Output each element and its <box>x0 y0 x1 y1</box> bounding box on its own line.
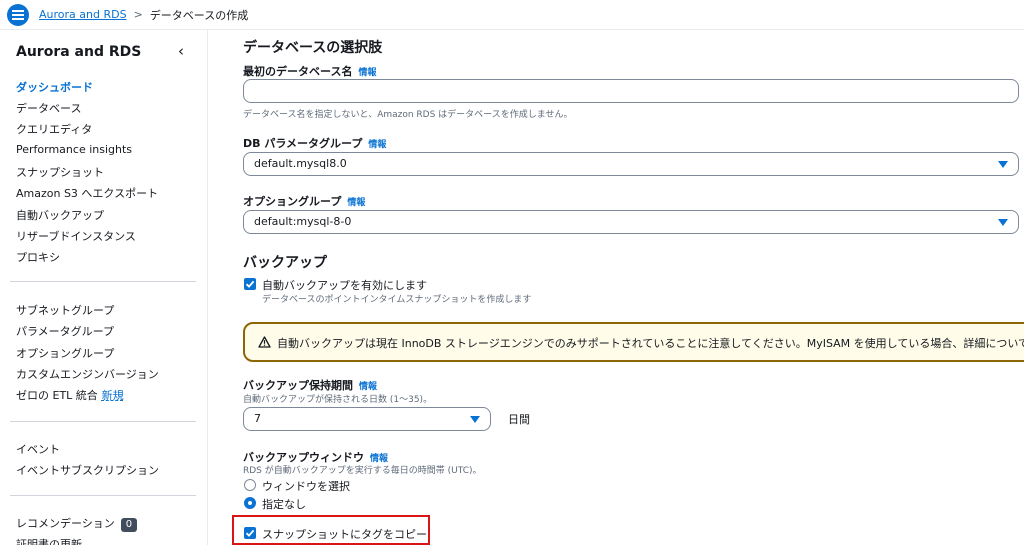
sidebar-divider <box>10 421 196 422</box>
sidebar-item-label: ゼロの ETL 統合 <box>16 389 98 402</box>
sidebar-item-s3-export[interactable]: Amazon S3 へエクスポート <box>16 185 158 201</box>
param-group-label-text: DB パラメータグループ <box>243 137 363 150</box>
retention-label-text: バックアップ保持期間 <box>243 379 353 392</box>
caret-down-icon <box>998 219 1008 226</box>
initial-db-input[interactable] <box>243 79 1019 103</box>
sidebar-item-custom-engine-versions[interactable]: カスタムエンジンバージョン <box>16 366 159 382</box>
initial-db-hint: データベース名を指定しないと、Amazon RDS はデータベースを作成しません… <box>243 110 573 120</box>
sidebar-item-dashboard[interactable]: ダッシュボード <box>16 79 93 95</box>
sidebar-item-performance-insights[interactable]: Performance insights <box>16 143 132 156</box>
auto-backup-checkbox[interactable] <box>244 278 256 290</box>
breadcrumb-current: データベースの作成 <box>149 8 249 22</box>
window-select-label: ウィンドウを選択 <box>262 480 350 493</box>
window-select-radio[interactable] <box>244 479 256 491</box>
sidebar-title: Aurora and RDS <box>16 44 142 60</box>
option-group-label: オプショングループ 情報 <box>243 193 365 209</box>
warning-message: 自動バックアップは現在 InnoDB ストレージエンジンでのみサポートされている… <box>277 337 1024 350</box>
param-group-select[interactable]: default.mysql8.0 <box>243 152 1019 176</box>
sidebar-item-recommendations[interactable]: レコメンデーション 0 <box>16 515 138 532</box>
retention-units: 日間 <box>508 413 530 426</box>
sidebar-item-proxies[interactable]: プロキシ <box>16 249 60 265</box>
caret-down-icon <box>998 161 1008 168</box>
sidebar-item-auto-backups[interactable]: 自動バックアップ <box>16 207 104 223</box>
sidebar-divider <box>10 495 196 496</box>
auto-backup-label: 自動バックアップを有効にします <box>262 279 427 292</box>
retention-value: 7 <box>254 412 261 425</box>
sidebar-item-zero-etl[interactable]: ゼロの ETL 統合 新規 <box>16 387 124 403</box>
info-link[interactable]: 情報 <box>358 68 376 78</box>
top-bar: Aurora and RDS > データベースの作成 <box>0 0 1024 30</box>
db-options-heading: データベースの選択肢 <box>243 40 383 56</box>
info-link[interactable]: 情報 <box>359 382 377 392</box>
option-group-label-text: オプショングループ <box>243 195 342 208</box>
window-hint: RDS が自動バックアップを実行する毎日の時間帯 (UTC)。 <box>243 466 482 476</box>
sidebar-item-certificate-update[interactable]: 証明書の更新 <box>16 536 82 545</box>
retention-label: バックアップ保持期間 情報 <box>243 377 377 393</box>
sidebar-item-subnet-groups[interactable]: サブネットグループ <box>16 302 114 318</box>
warning-icon <box>258 336 271 348</box>
info-link[interactable]: 情報 <box>368 140 386 150</box>
retention-select[interactable]: 7 <box>243 407 491 431</box>
window-none-label: 指定なし <box>262 498 306 511</box>
sidebar-item-query-editor[interactable]: クエリエディタ <box>16 121 92 137</box>
sidebar-item-snapshots[interactable]: スナップショット <box>16 164 104 180</box>
breadcrumb-aurora-rds[interactable]: Aurora and RDS <box>39 8 127 21</box>
sidebar-item-event-subscriptions[interactable]: イベントサブスクリプション <box>16 462 159 478</box>
sidebar-item-databases[interactable]: データベース <box>16 100 81 116</box>
retention-hint: 自動バックアップが保持される日数 (1〜35)。 <box>243 395 433 405</box>
copy-tags-label: スナップショットにタグをコピー <box>262 528 427 541</box>
initial-db-label: 最初のデータベース名 情報 <box>243 63 376 79</box>
sidebar-item-events[interactable]: イベント <box>16 441 60 457</box>
chevron-left-icon[interactable]: ‹ <box>178 42 184 60</box>
caret-down-icon <box>470 416 480 423</box>
sidebar-item-parameter-groups[interactable]: パラメータグループ <box>16 323 114 339</box>
param-group-value: default.mysql8.0 <box>254 157 347 170</box>
sidebar-item-option-groups[interactable]: オプショングループ <box>16 345 114 361</box>
main-content: データベースの選択肢 最初のデータベース名 情報 データベース名を指定しないと、A… <box>209 30 1024 545</box>
initial-db-label-text: 最初のデータベース名 <box>243 65 353 78</box>
window-none-radio[interactable] <box>244 497 256 509</box>
hamburger-icon[interactable] <box>7 3 29 26</box>
breadcrumb-separator-icon: > <box>133 8 143 21</box>
sidebar-item-label: レコメンデーション <box>16 517 115 530</box>
sidebar-item-reserved-instances[interactable]: リザーブドインスタンス <box>16 228 136 244</box>
param-group-label: DB パラメータグループ 情報 <box>243 135 386 151</box>
info-link[interactable]: 情報 <box>347 198 365 208</box>
sidebar-divider <box>10 281 196 282</box>
sidebar: Aurora and RDS ‹ ダッシュボード データベース クエリエディタ … <box>0 30 208 545</box>
option-group-value: default:mysql-8-0 <box>254 215 352 228</box>
warning-text: 自動バックアップは現在 InnoDB ストレージエンジンでのみサポートされている… <box>277 335 1024 351</box>
option-group-select[interactable]: default:mysql-8-0 <box>243 210 1019 234</box>
auto-backup-desc: データベースのポイントインタイムスナップショットを作成します <box>262 295 532 305</box>
copy-tags-checkbox[interactable] <box>244 527 256 539</box>
warning-alert: 自動バックアップは現在 InnoDB ストレージエンジンでのみサポートされている… <box>243 322 1024 362</box>
new-badge: 新規 <box>101 389 124 402</box>
count-badge: 0 <box>120 518 138 532</box>
backup-heading: バックアップ <box>243 255 327 271</box>
